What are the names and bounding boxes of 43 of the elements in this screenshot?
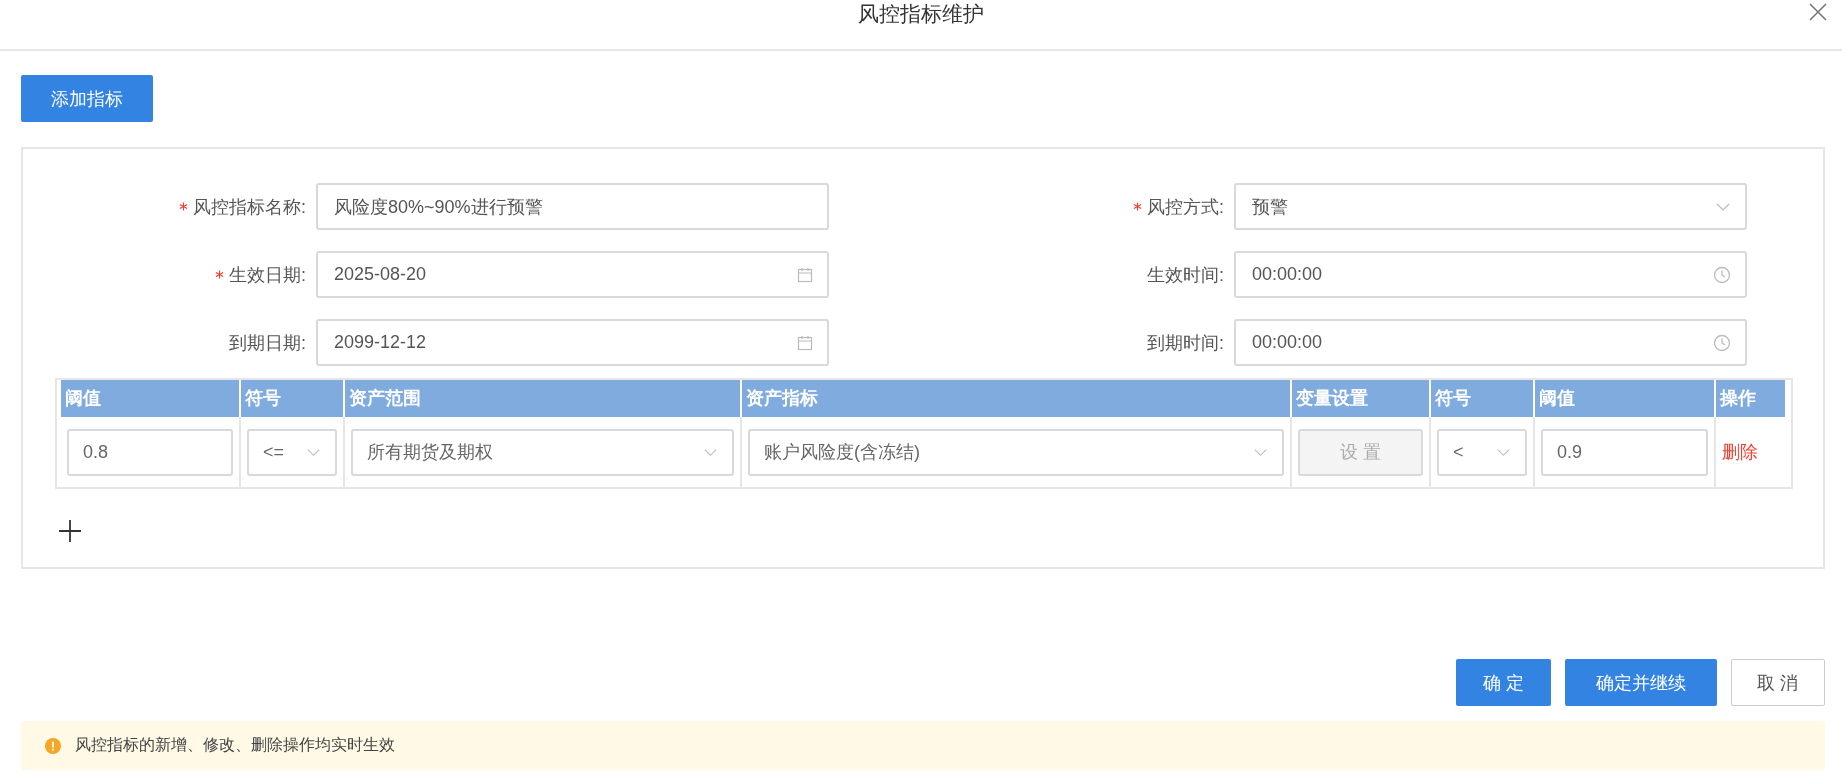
add-row-icon[interactable] (58, 519, 82, 543)
time-field[interactable]: 00:00:00 (1234, 319, 1747, 366)
column-header: 阈值 (1535, 380, 1716, 417)
notice-text: 风控指标的新增、修改、删除操作均实时生效 (75, 735, 395, 755)
field-label: 风控指标名称: (193, 195, 306, 219)
date-field[interactable]: 2099-12-12 (316, 319, 829, 366)
select-field[interactable]: 账户风险度(含冻结) (748, 428, 1284, 476)
clock-icon (1713, 333, 1731, 352)
select-field[interactable]: 预警 (1234, 183, 1747, 230)
column-header: 变量设置 (1292, 380, 1431, 417)
footer-button[interactable]: 确定并继续 (1565, 659, 1717, 706)
field-label: 到期日期: (229, 331, 306, 355)
select-field[interactable]: 所有期货及期权 (351, 428, 734, 476)
threshold-input[interactable]: 0.9 (1541, 428, 1708, 476)
required-asterisk-icon (215, 270, 224, 279)
delete-link[interactable]: 删除 (1722, 440, 1758, 464)
close-icon[interactable] (1808, 2, 1828, 22)
required-asterisk-icon (1133, 202, 1142, 211)
date-field[interactable]: 2025-08-20 (316, 251, 829, 298)
calendar-icon (797, 266, 813, 283)
column-header: 操作 (1716, 380, 1787, 417)
input-field[interactable]: 风险度80%~90%进行预警 (316, 183, 829, 230)
select-field[interactable]: < (1437, 428, 1527, 476)
field-label: 到期时间: (1147, 331, 1224, 355)
clock-icon (1713, 265, 1731, 284)
dialog-title: 风控指标维护 (858, 2, 984, 27)
column-header: 符号 (241, 380, 345, 417)
required-asterisk-icon (179, 202, 188, 211)
time-field[interactable]: 00:00:00 (1234, 251, 1747, 298)
threshold-input[interactable]: 0.8 (67, 428, 233, 476)
footer-button[interactable]: 取 消 (1731, 659, 1825, 706)
column-header: 符号 (1431, 380, 1535, 417)
column-header: 阈值 (61, 380, 241, 417)
field-label: 风控方式: (1147, 195, 1224, 219)
column-header: 资产指标 (742, 380, 1292, 417)
field-label: 生效日期: (229, 263, 306, 287)
add-indicator-button[interactable]: 添加指标 (21, 75, 153, 122)
calendar-icon (797, 334, 813, 351)
column-header: 资产范围 (345, 380, 742, 417)
warning-icon (45, 737, 61, 754)
select-field[interactable]: <= (247, 428, 337, 476)
field-label: 生效时间: (1147, 263, 1224, 287)
footer-button[interactable]: 确 定 (1456, 659, 1551, 706)
